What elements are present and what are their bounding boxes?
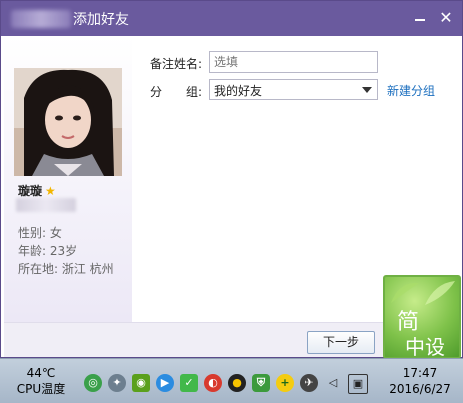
taskbar: 44℃ CPU温度 ◎ ✦ ◉ ▶ ✓ ◐ ● ⛨ + ✈ ◁ ▣ 17:47 … bbox=[0, 358, 463, 403]
network-bird-icon[interactable]: ✈ bbox=[300, 374, 318, 392]
dialog-title: 添加好友 bbox=[73, 12, 129, 28]
media-icon[interactable]: ▶ bbox=[156, 374, 174, 392]
close-button[interactable]: ✕ bbox=[433, 7, 459, 29]
group-select-value: 我的好友 bbox=[214, 84, 263, 98]
clock-date: 2016/6/27 bbox=[389, 382, 451, 396]
volume-icon[interactable]: ◁ bbox=[324, 374, 342, 392]
leaf-pattern bbox=[391, 281, 455, 305]
bird-icon[interactable]: ✦ bbox=[108, 374, 126, 392]
logo-line2: 中设 bbox=[405, 335, 445, 359]
new-group-link[interactable]: 新建分组 bbox=[387, 82, 435, 99]
star-icon: ★ bbox=[45, 184, 56, 198]
minimize-button[interactable] bbox=[407, 7, 433, 29]
security-shield-icon[interactable]: ⛨ bbox=[252, 374, 270, 392]
profile-location: 所在地: 浙江 杭州 bbox=[18, 262, 114, 276]
blurred-qq-number bbox=[16, 198, 76, 212]
logo-line1: 简 bbox=[396, 310, 419, 335]
device-icon[interactable]: ▣ bbox=[348, 374, 368, 394]
cpu-temperature: 44℃ CPU温度 bbox=[8, 365, 74, 397]
cpu-temp-value: 44℃ bbox=[26, 366, 56, 380]
chevron-down-icon bbox=[362, 87, 372, 93]
profile-name-row: 璇璇 ★ bbox=[18, 182, 56, 199]
profile-avatar bbox=[14, 68, 122, 176]
avatar-photo bbox=[14, 68, 122, 176]
taskbar-clock[interactable]: 17:47 2016/6/27 bbox=[383, 365, 457, 397]
profile-gender: 性别: 女 bbox=[18, 226, 62, 240]
clock-time: 17:47 bbox=[402, 366, 438, 380]
netease-music-icon[interactable]: ◐ bbox=[204, 374, 222, 392]
plus-icon[interactable]: + bbox=[276, 374, 294, 392]
nvidia-icon[interactable]: ◉ bbox=[132, 374, 150, 392]
blurred-title-prefix bbox=[11, 10, 71, 28]
cpu-temp-label: CPU温度 bbox=[16, 382, 66, 396]
profile-name: 璇璇 bbox=[18, 184, 43, 198]
qq-penguin-icon[interactable]: ● bbox=[228, 374, 246, 392]
360-icon[interactable]: ◎ bbox=[84, 374, 102, 392]
group-select[interactable]: 我的好友 bbox=[209, 79, 378, 100]
jianzhongshe-logo: 简 中设 bbox=[383, 275, 461, 359]
next-button[interactable]: 下一步 bbox=[307, 331, 375, 354]
group-label: 分 组: bbox=[150, 85, 203, 99]
profile-age: 年龄: 23岁 bbox=[18, 244, 78, 258]
dialog-titlebar[interactable]: 添加好友 ✕ bbox=[1, 1, 462, 36]
shield-check-icon[interactable]: ✓ bbox=[180, 374, 198, 392]
remark-input[interactable] bbox=[209, 51, 378, 73]
remark-label: 备注姓名: bbox=[150, 57, 203, 71]
